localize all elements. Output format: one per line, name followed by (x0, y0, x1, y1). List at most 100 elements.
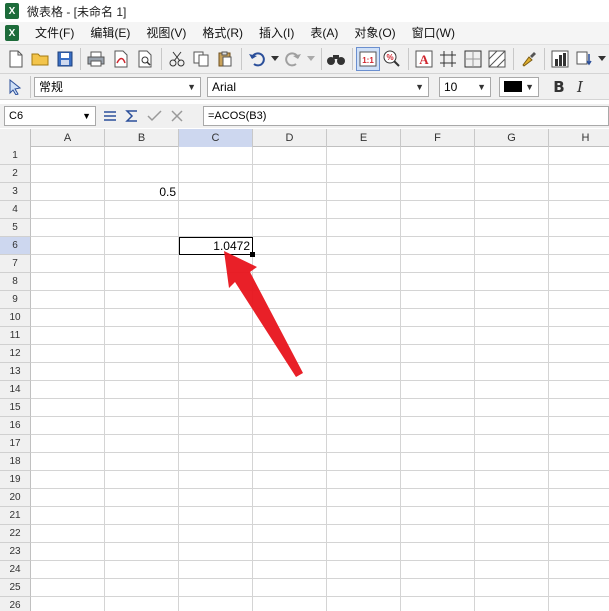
row-header-14[interactable]: 14 (0, 381, 31, 399)
row-header-25[interactable]: 25 (0, 579, 31, 597)
menu-table[interactable]: 表(A) (302, 22, 346, 44)
format-painter-icon[interactable] (517, 47, 540, 71)
row-header-8[interactable]: 8 (0, 273, 31, 291)
row-header-12[interactable]: 12 (0, 345, 31, 363)
row-header-5[interactable]: 5 (0, 219, 31, 237)
zoom-100-icon[interactable]: 1:1 (356, 47, 380, 71)
column-header-d[interactable]: D (253, 129, 327, 147)
sort-dropdown-icon[interactable] (597, 47, 607, 71)
column-header-f[interactable]: F (401, 129, 475, 147)
row-header-20[interactable]: 20 (0, 489, 31, 507)
row-header-13[interactable]: 13 (0, 363, 31, 381)
print-icon[interactable] (84, 47, 107, 71)
functions-list-icon[interactable] (100, 104, 120, 128)
copy-icon[interactable] (189, 47, 212, 71)
column-header-h[interactable]: H (549, 129, 609, 147)
export-pdf-icon[interactable] (109, 47, 132, 71)
print-preview-icon[interactable] (133, 47, 156, 71)
menu-object[interactable]: 对象(O) (346, 22, 403, 44)
grid-lines (31, 147, 609, 611)
save-icon[interactable] (53, 47, 76, 71)
sum-sigma-icon[interactable] (121, 104, 143, 128)
redo-dropdown-icon[interactable] (306, 47, 316, 71)
menu-file[interactable]: 文件(F) (27, 22, 82, 44)
pattern-fill-icon[interactable] (485, 47, 508, 71)
font-size-select[interactable]: 10 ▼ (439, 76, 491, 97)
select-all-corner[interactable] (0, 129, 31, 147)
font-name-select[interactable]: Arial ▼ (207, 76, 429, 97)
find-binoculars-icon[interactable] (325, 47, 348, 71)
row-header-23[interactable]: 23 (0, 543, 31, 561)
sort-icon[interactable] (573, 47, 596, 71)
insert-text-icon[interactable]: A (412, 47, 435, 71)
grid-lines-icon[interactable] (437, 47, 460, 71)
cell-style-select[interactable]: 常规 ▼ (34, 76, 201, 97)
column-header-a[interactable]: A (31, 129, 105, 147)
font-size-value: 10 (444, 79, 458, 94)
svg-text:A: A (419, 52, 429, 67)
font-name-value: Arial (212, 79, 237, 94)
toolbar-divider (408, 48, 410, 70)
paste-icon[interactable] (214, 47, 237, 71)
menu-insert[interactable]: 插入(I) (251, 22, 302, 44)
format-toolbar: 常规 ▼ Arial ▼ 10 ▼ ▼ B I (0, 74, 609, 100)
row-header-1[interactable]: 1 (0, 147, 31, 165)
menu-edit[interactable]: 编辑(E) (82, 22, 138, 44)
row-header-24[interactable]: 24 (0, 561, 31, 579)
font-color-select[interactable]: ▼ (499, 76, 539, 97)
toolbar-divider (30, 75, 31, 98)
row-header-19[interactable]: 19 (0, 471, 31, 489)
toolbar-divider (352, 48, 354, 70)
row-header-18[interactable]: 18 (0, 453, 31, 471)
select-pointer-icon[interactable] (4, 75, 26, 99)
row-header-15[interactable]: 15 (0, 399, 31, 417)
formula-input[interactable]: =ACOS(B3) (203, 106, 609, 126)
row-header-17[interactable]: 17 (0, 435, 31, 453)
italic-label: I (577, 77, 583, 96)
toolbar-divider (512, 48, 514, 70)
chart-icon[interactable] (548, 47, 571, 71)
toolbar-divider (160, 48, 162, 70)
cell-reference-value: C6 (9, 110, 24, 122)
cut-icon[interactable] (165, 47, 188, 71)
column-header-c[interactable]: C (179, 129, 253, 147)
row-header-26[interactable]: 26 (0, 597, 31, 611)
zoom-percent-icon[interactable]: % (381, 47, 404, 71)
row-header-7[interactable]: 7 (0, 255, 31, 273)
document-icon[interactable]: X (5, 25, 19, 41)
new-file-icon[interactable] (4, 47, 27, 71)
menu-view[interactable]: 视图(V) (138, 22, 194, 44)
row-header-11[interactable]: 11 (0, 327, 31, 345)
column-header-b[interactable]: B (105, 129, 179, 147)
column-header-g[interactable]: G (475, 129, 549, 147)
row-header-21[interactable]: 21 (0, 507, 31, 525)
svg-text:%: % (387, 53, 394, 62)
bold-button[interactable]: B (549, 75, 569, 99)
row-header-10[interactable]: 10 (0, 309, 31, 327)
row-header-2[interactable]: 2 (0, 165, 31, 183)
cell-b3[interactable]: 0.5 (105, 183, 179, 201)
undo-icon[interactable] (245, 47, 268, 71)
redo-icon[interactable] (281, 47, 304, 71)
menu-window[interactable]: 窗口(W) (404, 22, 463, 44)
undo-dropdown-icon[interactable] (270, 47, 280, 71)
cell-reference-box[interactable]: C6 ▼ (4, 106, 96, 126)
row-header-9[interactable]: 9 (0, 291, 31, 309)
cancel-x-icon[interactable] (167, 104, 189, 128)
fill-handle[interactable] (250, 252, 255, 257)
open-folder-icon[interactable] (28, 47, 51, 71)
row-header-22[interactable]: 22 (0, 525, 31, 543)
accept-check-icon[interactable] (144, 104, 166, 128)
title-bar: X 微表格 - [未命名 1] (0, 0, 609, 22)
row-header-4[interactable]: 4 (0, 201, 31, 219)
italic-button[interactable]: I (570, 75, 590, 99)
app-icon: X (5, 3, 19, 19)
menu-format[interactable]: 格式(R) (194, 22, 251, 44)
row-header-16[interactable]: 16 (0, 417, 31, 435)
chevron-down-icon: ▼ (477, 81, 486, 92)
cell-c6[interactable]: 1.0472 (179, 237, 253, 255)
borders-icon[interactable] (461, 47, 484, 71)
row-header-6[interactable]: 6 (0, 237, 31, 255)
row-header-3[interactable]: 3 (0, 183, 31, 201)
column-header-e[interactable]: E (327, 129, 401, 147)
